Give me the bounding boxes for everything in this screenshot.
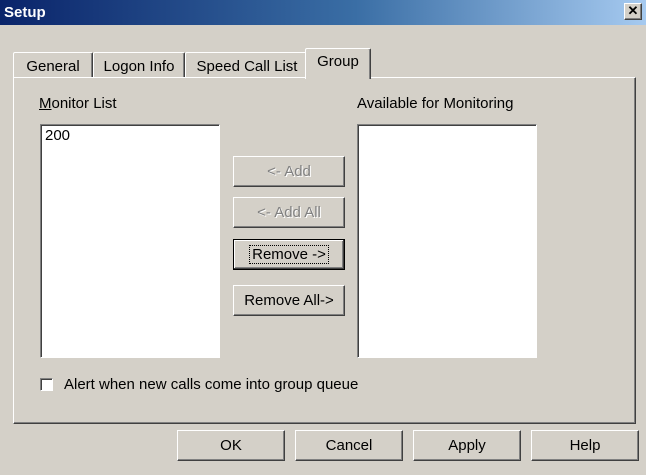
tab-logon-info[interactable]: Logon Info bbox=[93, 52, 185, 78]
tab-general[interactable]: General bbox=[13, 52, 93, 78]
alert-checkbox-label[interactable]: Alert when new calls come into group que… bbox=[64, 376, 358, 393]
available-label: Available for Monitoring bbox=[357, 95, 514, 112]
remove-all-button[interactable]: Remove All-> bbox=[233, 285, 345, 316]
close-button[interactable]: ✕ bbox=[624, 3, 642, 20]
window-title: Setup bbox=[4, 4, 46, 21]
add-all-button[interactable]: <- Add All bbox=[233, 197, 345, 228]
monitor-list-label: Monitor List bbox=[39, 95, 117, 112]
monitor-list[interactable]: 200 bbox=[40, 124, 220, 358]
available-list[interactable] bbox=[357, 124, 537, 358]
apply-button[interactable]: Apply bbox=[413, 430, 521, 461]
group-tab-panel: Monitor List 200 Available for Monitorin… bbox=[13, 77, 636, 424]
tab-group[interactable]: Group bbox=[305, 48, 371, 79]
title-bar: Setup ✕ bbox=[0, 0, 646, 25]
help-button[interactable]: Help bbox=[531, 430, 639, 461]
alert-checkbox[interactable] bbox=[40, 378, 53, 391]
close-icon: ✕ bbox=[627, 3, 639, 18]
cancel-button[interactable]: Cancel bbox=[295, 430, 403, 461]
remove-button[interactable]: Remove -> bbox=[233, 239, 345, 270]
list-item[interactable]: 200 bbox=[41, 125, 219, 146]
ok-button[interactable]: OK bbox=[177, 430, 285, 461]
add-button[interactable]: <- Add bbox=[233, 156, 345, 187]
tab-speed-call-list[interactable]: Speed Call List bbox=[185, 52, 309, 78]
